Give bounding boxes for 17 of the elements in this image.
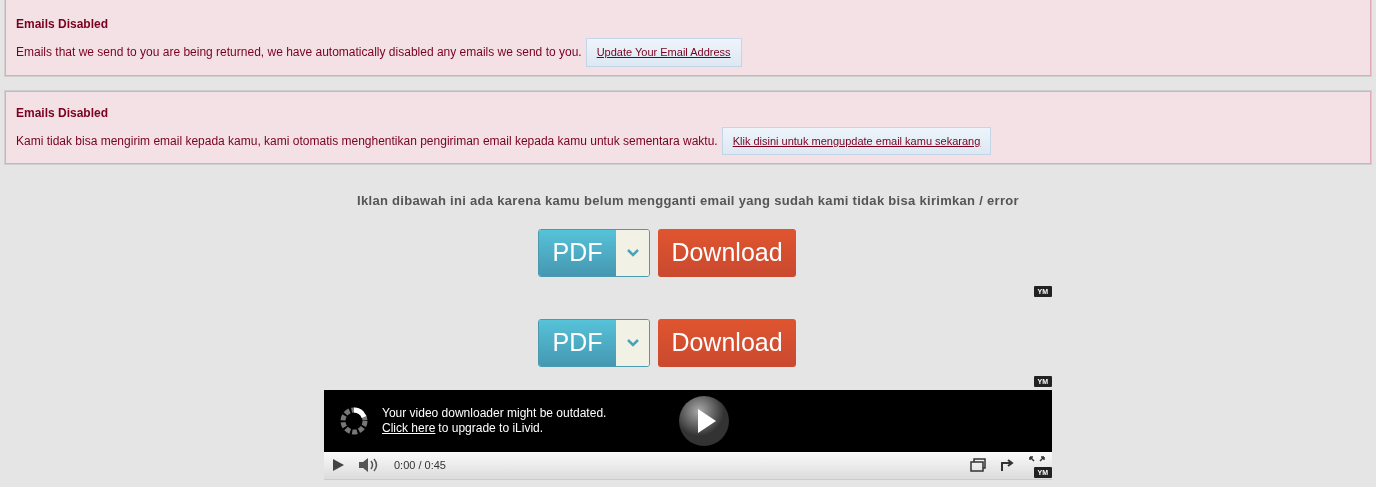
update-email-button[interactable]: Update Your Email Address xyxy=(585,38,742,67)
download-button[interactable]: Download xyxy=(658,318,796,367)
alert-message: Emails that we send to you are being returned, we have automatically disabled any emails we send to you. xyxy=(16,44,582,62)
chevron-down-icon xyxy=(626,338,639,347)
chevron-down-icon xyxy=(626,248,639,257)
alert-message: Kami tidak bisa mengirim email kepada kamu, kami otomatis menghentikan pengiriman email kepada kamu untuk sementara waktu. xyxy=(16,132,718,150)
upgrade-text: to upgrade to iLivid. xyxy=(438,420,544,436)
alert-title: Emails Disabled xyxy=(16,104,110,122)
download-button[interactable]: Download xyxy=(658,228,796,277)
update-email-button[interactable]: Klik disini untuk mengupdate email kamu sekarang xyxy=(721,126,992,155)
alert-title: Emails Disabled xyxy=(16,16,110,33)
ad-notice: Iklan dibawah ini ada karena kamu belum mengganti email yang sudah kami tidak bisa kirimkan / error xyxy=(356,192,1020,210)
play-button[interactable] xyxy=(678,394,730,447)
update-message: Your video downloader might be outdated. xyxy=(382,405,608,421)
loading-icon xyxy=(340,406,368,435)
time-display: 0:00 / 0:45 xyxy=(394,457,447,473)
upgrade-link[interactable]: Click here xyxy=(382,420,436,436)
